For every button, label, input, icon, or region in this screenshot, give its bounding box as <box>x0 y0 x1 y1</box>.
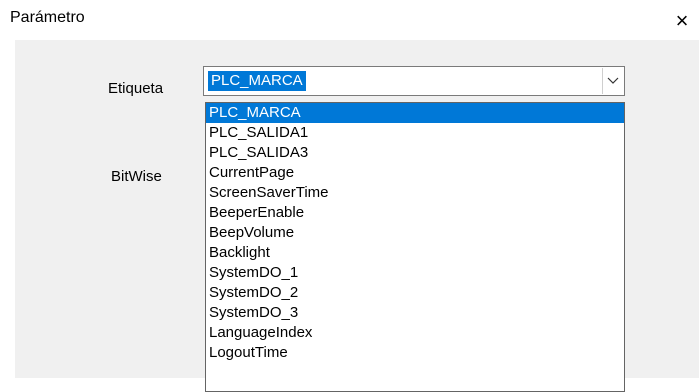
dropdown-item[interactable]: LogoutTime <box>206 343 624 363</box>
dropdown-item[interactable]: SystemDO_1 <box>206 263 624 283</box>
dropdown-item[interactable]: SystemDO_2 <box>206 283 624 303</box>
combobox-dropdown-button[interactable] <box>602 68 623 94</box>
dropdown-item[interactable]: PLC_SALIDA3 <box>206 143 624 163</box>
close-icon[interactable]: × <box>667 6 697 36</box>
dropdown-item[interactable]: SystemDO_3 <box>206 303 624 323</box>
combobox-selected-value: PLC_MARCA <box>208 71 306 91</box>
dropdown-item[interactable]: PLC_SALIDA1 <box>206 123 624 143</box>
dropdown-item[interactable]: CurrentPage <box>206 163 624 183</box>
title-bar: Parámetro × <box>0 0 699 40</box>
dropdown-item[interactable]: Backlight <box>206 243 624 263</box>
dropdown-item[interactable]: BeeperEnable <box>206 203 624 223</box>
dropdown-item[interactable]: ScreenSaverTime <box>206 183 624 203</box>
dropdown-item[interactable]: LanguageIndex <box>206 323 624 343</box>
etiqueta-dropdown-list[interactable]: PLC_MARCA PLC_SALIDA1 PLC_SALIDA3 CurrentPa… <box>205 102 625 392</box>
dialog-title: Parámetro <box>10 9 85 26</box>
etiqueta-combobox[interactable]: PLC_MARCA <box>203 66 625 96</box>
bitwise-label: BitWise <box>111 168 162 185</box>
dropdown-item[interactable]: BeepVolume <box>206 223 624 243</box>
dropdown-item[interactable]: PLC_MARCA <box>206 103 624 123</box>
etiqueta-label: Etiqueta <box>108 80 164 97</box>
dialog-client-area: Etiqueta BitWise PLC_MARCA PLC_MARCA PLC_… <box>15 40 699 392</box>
chevron-down-icon <box>607 77 619 84</box>
